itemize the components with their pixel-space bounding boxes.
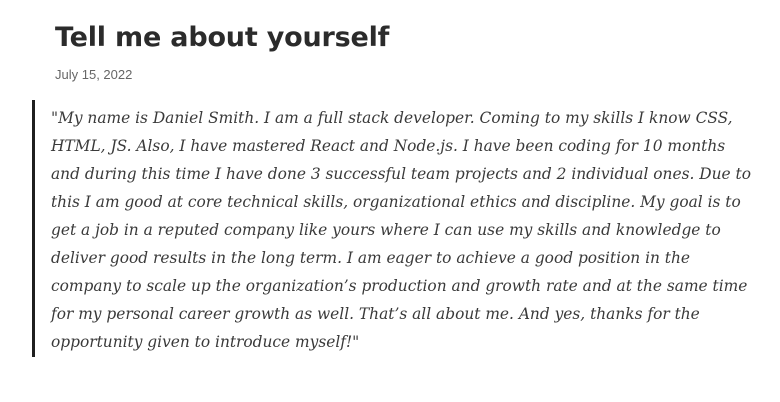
post-date: July 15, 2022 [55,67,133,82]
quote-border [32,100,35,357]
sample-answer-quote: "My name is Daniel Smith. I am a full st… [32,100,762,357]
blog-post: Tell me about yourself July 15, 2022 "My… [0,0,780,402]
post-title: Tell me about yourself [55,22,390,53]
quote-text: "My name is Daniel Smith. I am a full st… [51,109,751,351]
